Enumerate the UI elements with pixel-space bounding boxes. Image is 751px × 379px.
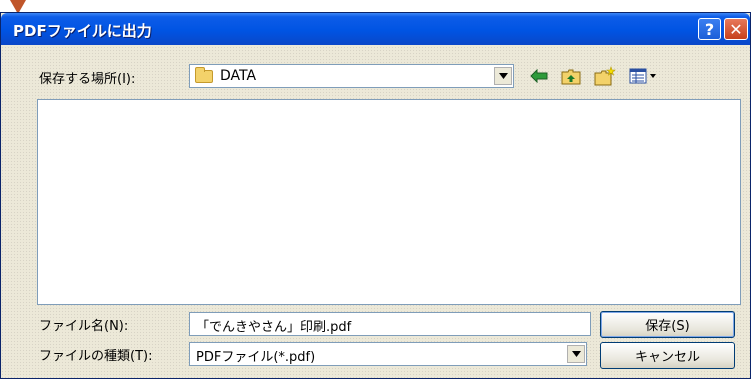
back-button[interactable] [528,65,550,87]
view-menu-icon [629,68,656,84]
close-button[interactable]: ✕ [724,18,748,40]
save-button[interactable]: 保存(S) [600,311,735,338]
location-label: 保存する場所(I): [39,72,136,87]
filename-input[interactable]: 「でんきやさん」印刷.pdf [189,312,591,336]
filetype-value: PDFファイル(*.pdf) [196,350,316,365]
filetype-dropdown-button[interactable] [567,345,585,363]
new-folder-button[interactable] [594,65,616,87]
filetype-dropdown[interactable]: PDFファイル(*.pdf) [189,342,587,366]
up-folder-icon [561,69,581,85]
save-pdf-dialog: PDFファイルに出力 ? ✕ 保存する場所(I): DATA ファイル名(N):… [0,12,751,379]
help-button[interactable]: ? [698,18,721,40]
filetype-label: ファイルの種類(T): [39,349,153,364]
new-folder-icon [594,66,616,86]
close-icon: ✕ [729,19,743,39]
up-folder-button[interactable] [560,65,582,87]
location-dropdown[interactable]: DATA [189,64,514,88]
cancel-button[interactable]: キャンセル [600,342,735,369]
file-list-area[interactable] [37,99,741,305]
view-menu-button[interactable] [628,65,658,87]
help-icon: ? [704,19,715,39]
title-bar[interactable]: PDFファイルに出力 ? ✕ [1,13,750,45]
location-value: DATA [220,68,257,84]
location-dropdown-button[interactable] [494,67,512,85]
window-title: PDFファイルに出力 [13,22,152,40]
chevron-down-icon [498,73,508,79]
folder-icon [195,67,213,83]
chevron-down-icon [571,351,581,357]
filename-label: ファイル名(N): [39,319,129,334]
back-arrow-icon [530,69,548,83]
